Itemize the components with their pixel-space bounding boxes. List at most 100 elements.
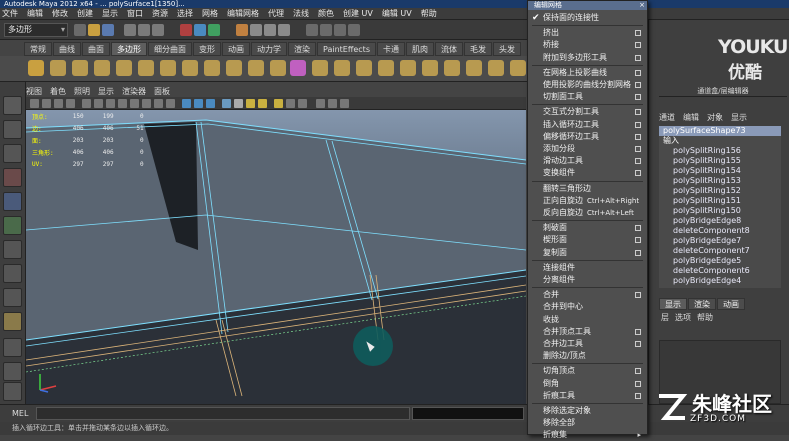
menu-item[interactable]: 文件 <box>2 8 18 19</box>
gate-mask-icon[interactable] <box>118 99 127 108</box>
motion-blur-icon[interactable] <box>274 99 283 108</box>
menu-item[interactable]: 移除选定对象 <box>528 405 647 417</box>
menu-item[interactable]: 显示 <box>102 8 118 19</box>
combine-icon[interactable] <box>248 60 264 76</box>
use-all-lights-icon[interactable] <box>234 99 243 108</box>
shadows-icon[interactable] <box>246 99 255 108</box>
select-tool-icon[interactable] <box>3 96 22 115</box>
menu-item[interactable]: 交互式分割工具 <box>528 106 647 118</box>
select-object-icon[interactable] <box>138 24 150 36</box>
menu-item[interactable]: 刺破面 <box>528 222 647 234</box>
render-frame-icon[interactable] <box>320 24 332 36</box>
option-box-icon[interactable] <box>635 368 641 375</box>
channel-box-menu-item[interactable]: 编辑 <box>683 112 699 123</box>
poke-icon[interactable] <box>510 60 526 76</box>
xray-joints-icon[interactable] <box>340 99 349 108</box>
close-icon[interactable]: × <box>639 1 645 10</box>
option-box-icon[interactable] <box>635 30 641 37</box>
menu-item[interactable]: 正向自旋边 Ctrl+Alt+Right <box>528 195 647 207</box>
option-box-icon[interactable] <box>635 158 641 165</box>
merge-icon[interactable] <box>466 60 482 76</box>
menu-item[interactable]: 删除边/顶点 <box>528 350 647 362</box>
channel-box-item[interactable]: polySplitRing151 <box>659 196 781 206</box>
option-box-icon[interactable] <box>635 328 641 335</box>
isolate-select-icon[interactable] <box>316 99 325 108</box>
textured-icon[interactable] <box>222 99 231 108</box>
option-box-icon[interactable] <box>635 380 641 387</box>
option-box-icon[interactable] <box>635 237 641 244</box>
menu-item[interactable]: 滑动边工具 <box>528 155 647 167</box>
xray-icon[interactable] <box>328 99 337 108</box>
paint-select-icon[interactable] <box>3 144 22 163</box>
poly-pipe-icon[interactable] <box>204 60 220 76</box>
option-box-icon[interactable] <box>635 225 641 232</box>
layer-menu-item[interactable]: 选项 <box>675 312 691 323</box>
shelf-tab[interactable]: 卡通 <box>377 42 405 56</box>
layer-menu-item[interactable]: 帮助 <box>697 312 713 323</box>
poly-cone-icon[interactable] <box>94 60 110 76</box>
menu-item[interactable]: 挤出 <box>528 27 647 39</box>
menu-item[interactable]: 法线 <box>293 8 309 19</box>
extrude-icon[interactable] <box>312 60 328 76</box>
scale-tool-icon[interactable] <box>3 216 22 235</box>
poly-torus-icon[interactable] <box>138 60 154 76</box>
menu-item[interactable]: 合并到中心 <box>528 301 647 313</box>
mask-edge-icon[interactable] <box>194 24 206 36</box>
option-box-icon[interactable] <box>635 42 641 49</box>
menu-item[interactable]: 编辑网格 <box>227 8 259 19</box>
option-box-icon[interactable] <box>635 146 641 152</box>
menu-item[interactable]: 使用投影的曲线分割网格 <box>528 79 647 91</box>
perspective-viewport[interactable]: 顶点: 150 199 0 边: 406 406 51 面: 203 203 0 三角形: 406 406 0… <box>26 110 526 404</box>
last-tool-icon[interactable] <box>3 312 22 331</box>
shelf-tab[interactable]: 动画 <box>222 42 250 56</box>
smooth-shade-icon[interactable] <box>182 99 191 108</box>
render-settings-icon[interactable] <box>348 24 360 36</box>
shelf-tab[interactable]: 流体 <box>435 42 463 56</box>
snap-curve-icon[interactable] <box>250 24 262 36</box>
channel-box-item[interactable]: polyBridgeEdge5 <box>659 256 781 266</box>
shelf-tab[interactable]: 曲面 <box>82 42 110 56</box>
menu-item[interactable]: 复制面 <box>528 247 647 259</box>
film-gate-icon[interactable] <box>94 99 103 108</box>
menu-item[interactable]: 网格 <box>202 8 218 19</box>
field-chart-icon[interactable] <box>130 99 139 108</box>
shelf-tab[interactable]: 头发 <box>493 42 521 56</box>
menu-item[interactable]: 创建 <box>77 8 93 19</box>
option-box-icon[interactable] <box>635 94 641 101</box>
option-box-icon[interactable] <box>635 249 641 256</box>
viewport-menu-item[interactable]: 显示 <box>98 86 114 97</box>
menu-item[interactable]: 移除全部 <box>528 417 647 429</box>
shelf-tab[interactable]: 毛发 <box>464 42 492 56</box>
four-pane-layout-icon[interactable] <box>3 362 22 381</box>
channel-box-item[interactable]: polySurfaceShape73 <box>659 126 781 136</box>
depth-of-field-icon[interactable] <box>298 99 307 108</box>
channel-box-item[interactable]: polySplitRing152 <box>659 186 781 196</box>
shelf-tab[interactable]: 渲染 <box>288 42 316 56</box>
universal-manip-icon[interactable] <box>3 240 22 259</box>
snap-grid-icon[interactable] <box>236 24 248 36</box>
shelf-tab[interactable]: PaintEffects <box>317 42 376 56</box>
menu-item[interactable]: 收拢 <box>528 314 647 326</box>
menu-item[interactable]: 连接组件 <box>528 262 647 274</box>
shelf-tab[interactable]: 常规 <box>24 42 52 56</box>
menu-item[interactable]: 切角顶点 <box>528 365 647 377</box>
resolution-gate-icon[interactable] <box>106 99 115 108</box>
menu-item[interactable]: 楔形面 <box>528 234 647 246</box>
grid-toggle-icon[interactable] <box>82 99 91 108</box>
menu-item[interactable]: 添加分段 <box>528 143 647 155</box>
layer-menu-item[interactable]: 层 <box>661 312 669 323</box>
menu-item[interactable]: 倒角 <box>528 378 647 390</box>
menu-item[interactable]: 代理 <box>268 8 284 19</box>
layer-tab[interactable]: 渲染 <box>688 298 716 310</box>
open-scene-icon[interactable] <box>88 24 100 36</box>
channel-box-item[interactable]: polyBridgeEdge8 <box>659 216 781 226</box>
shelf-tab[interactable]: 肌肉 <box>406 42 434 56</box>
rotate-tool-icon[interactable] <box>3 192 22 211</box>
menu-item[interactable]: 折痕工具 <box>528 390 647 402</box>
separate-icon[interactable] <box>270 60 286 76</box>
image-plane-icon[interactable] <box>66 99 75 108</box>
append-polygon-icon[interactable] <box>356 60 372 76</box>
default-material-icon[interactable] <box>206 99 215 108</box>
outliner-layout-icon[interactable] <box>3 382 22 401</box>
ipr-render-icon[interactable] <box>334 24 346 36</box>
